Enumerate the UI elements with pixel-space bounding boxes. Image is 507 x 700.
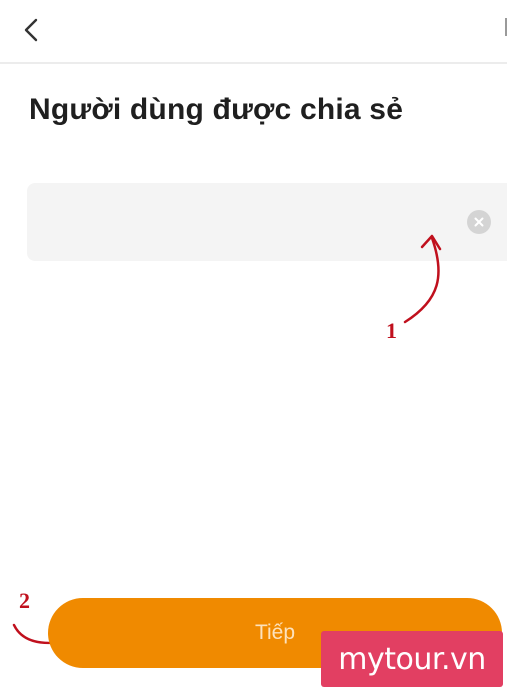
clear-circle-icon: [474, 217, 484, 227]
shared-user-input[interactable]: [45, 183, 465, 261]
next-button-label: Tiếp: [254, 621, 296, 644]
back-button[interactable]: [14, 12, 50, 48]
watermark-text: mytour.vn: [338, 641, 486, 677]
watermark-logo: mytour.vn: [321, 631, 503, 687]
chevron-left-icon: [24, 18, 38, 42]
step-2-label: 2: [19, 588, 30, 613]
overflow-glyph: [503, 18, 507, 36]
step-1-label: 1: [386, 318, 397, 343]
page-title: Người dùng được chia sẻ: [29, 93, 404, 126]
clear-button[interactable]: [467, 210, 491, 234]
top-bar: [0, 0, 507, 64]
share-user-screen: Người dùng được chia sẻ 1 2 Tiếp mytour.…: [0, 0, 507, 700]
shared-user-field[interactable]: [27, 183, 507, 261]
